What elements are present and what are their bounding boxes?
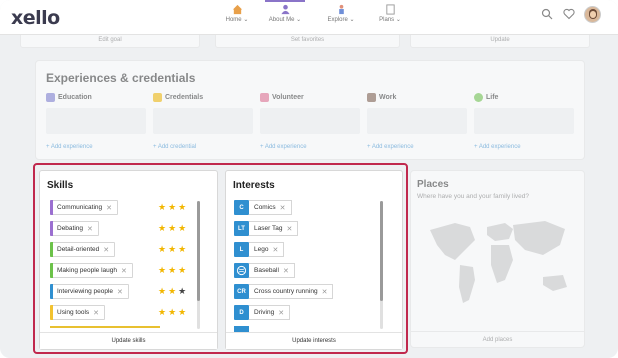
education-icon [46,93,55,102]
volunteer-icon [260,93,269,102]
nav-label: Home [225,17,242,23]
xello-logo[interactable]: xello [11,7,60,29]
exp-col-work: Work + Add experience [367,93,467,150]
heart-icon[interactable] [563,8,575,20]
nav-label: Plans [379,17,395,23]
exp-col-label: Life [486,94,499,101]
explore-person-icon [338,4,344,15]
exp-col-label: Volunteer [272,94,304,101]
placeholder [153,108,253,134]
nav-label: Explore [327,17,348,23]
search-icon[interactable] [541,8,553,20]
life-icon [474,93,483,102]
exp-col-volunteer: Volunteer + Add experience [260,93,360,150]
world-map-icon [430,221,567,303]
exp-col-label: Work [379,94,397,101]
exp-col-label: Credentials [165,94,204,101]
top-nav: xello Home ⌄ About Me ⌄ Explore ⌄ Plans … [0,0,618,35]
app-frame: Edit goal Set favorites Update Experienc… [0,0,618,358]
nav-label: About Me [268,17,295,23]
placeholder [260,108,360,134]
places-title: Places [417,179,449,190]
experiences-title: Experiences & credentials [46,71,196,85]
work-icon [367,93,376,102]
placeholder [474,108,574,134]
add-experience-link[interactable]: + Add experience [260,144,360,150]
highlight-box [33,163,408,354]
add-experience-link[interactable]: + Add experience [367,144,467,150]
add-places-button[interactable]: Add places [411,331,584,347]
add-experience-link[interactable]: + Add experience [474,144,574,150]
credentials-icon [153,93,162,102]
plans-icon [385,4,395,15]
exp-col-life: Life + Add experience [474,93,574,150]
places-card: Places Where have you and your family li… [410,170,585,348]
nav-plans[interactable]: Plans ⌄ [360,2,420,23]
home-icon [232,4,242,15]
places-subtitle: Where have you and your family lived? [417,193,530,200]
placeholder [46,108,146,134]
add-experience-link[interactable]: + Add experience [46,144,146,150]
placeholder [367,108,467,134]
avatar-face [590,11,596,18]
exp-col-credentials: Credentials + Add credential [153,93,253,150]
nav-about-me[interactable]: About Me ⌄ [255,0,315,23]
exp-col-education: Education + Add experience [46,93,146,150]
person-icon [280,4,290,15]
experiences-card: Experiences & credentials Education + Ad… [35,60,585,160]
avatar[interactable] [584,6,601,23]
exp-col-label: Education [58,94,92,101]
add-credential-link[interactable]: + Add credential [153,144,253,150]
